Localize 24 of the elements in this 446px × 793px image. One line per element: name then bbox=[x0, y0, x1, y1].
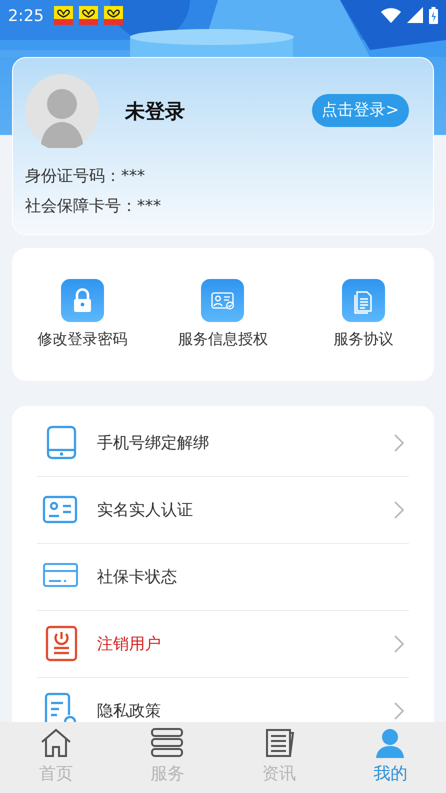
stack-icon bbox=[150, 727, 184, 759]
status-time: 2:25 bbox=[8, 6, 44, 24]
lock-icon bbox=[60, 279, 104, 322]
document-icon bbox=[342, 279, 386, 322]
menu-item[interactable]: 隐私政策 bbox=[97, 700, 393, 722]
battery-icon bbox=[429, 6, 438, 24]
shortcut-button[interactable]: 修改登录密码 bbox=[37, 279, 128, 349]
wifi-icon bbox=[381, 7, 401, 23]
menu-item[interactable]: 社保卡状态 bbox=[97, 566, 409, 588]
user-name: 未登录 bbox=[125, 98, 186, 124]
menu-item[interactable]: 手机号绑定解绑 bbox=[97, 432, 393, 454]
signal-icon bbox=[407, 7, 423, 23]
home-icon bbox=[38, 727, 73, 759]
id-card-icon bbox=[201, 279, 244, 322]
menu-item[interactable]: 注销用户 bbox=[97, 634, 393, 654]
app-notification-icon bbox=[104, 6, 123, 24]
shortcut-button[interactable]: 服务信息授权 bbox=[178, 279, 268, 349]
id-field: 身份证号码：*** bbox=[25, 165, 421, 186]
id-field: 社会保障卡号：*** bbox=[25, 195, 421, 216]
app-notification-icon bbox=[54, 6, 73, 24]
menu-item[interactable]: 实名实人认证 bbox=[97, 500, 393, 520]
avatar-icon bbox=[25, 74, 99, 148]
shortcut-button[interactable]: 服务协议 bbox=[334, 279, 394, 349]
app-notification-icon bbox=[78, 6, 98, 24]
